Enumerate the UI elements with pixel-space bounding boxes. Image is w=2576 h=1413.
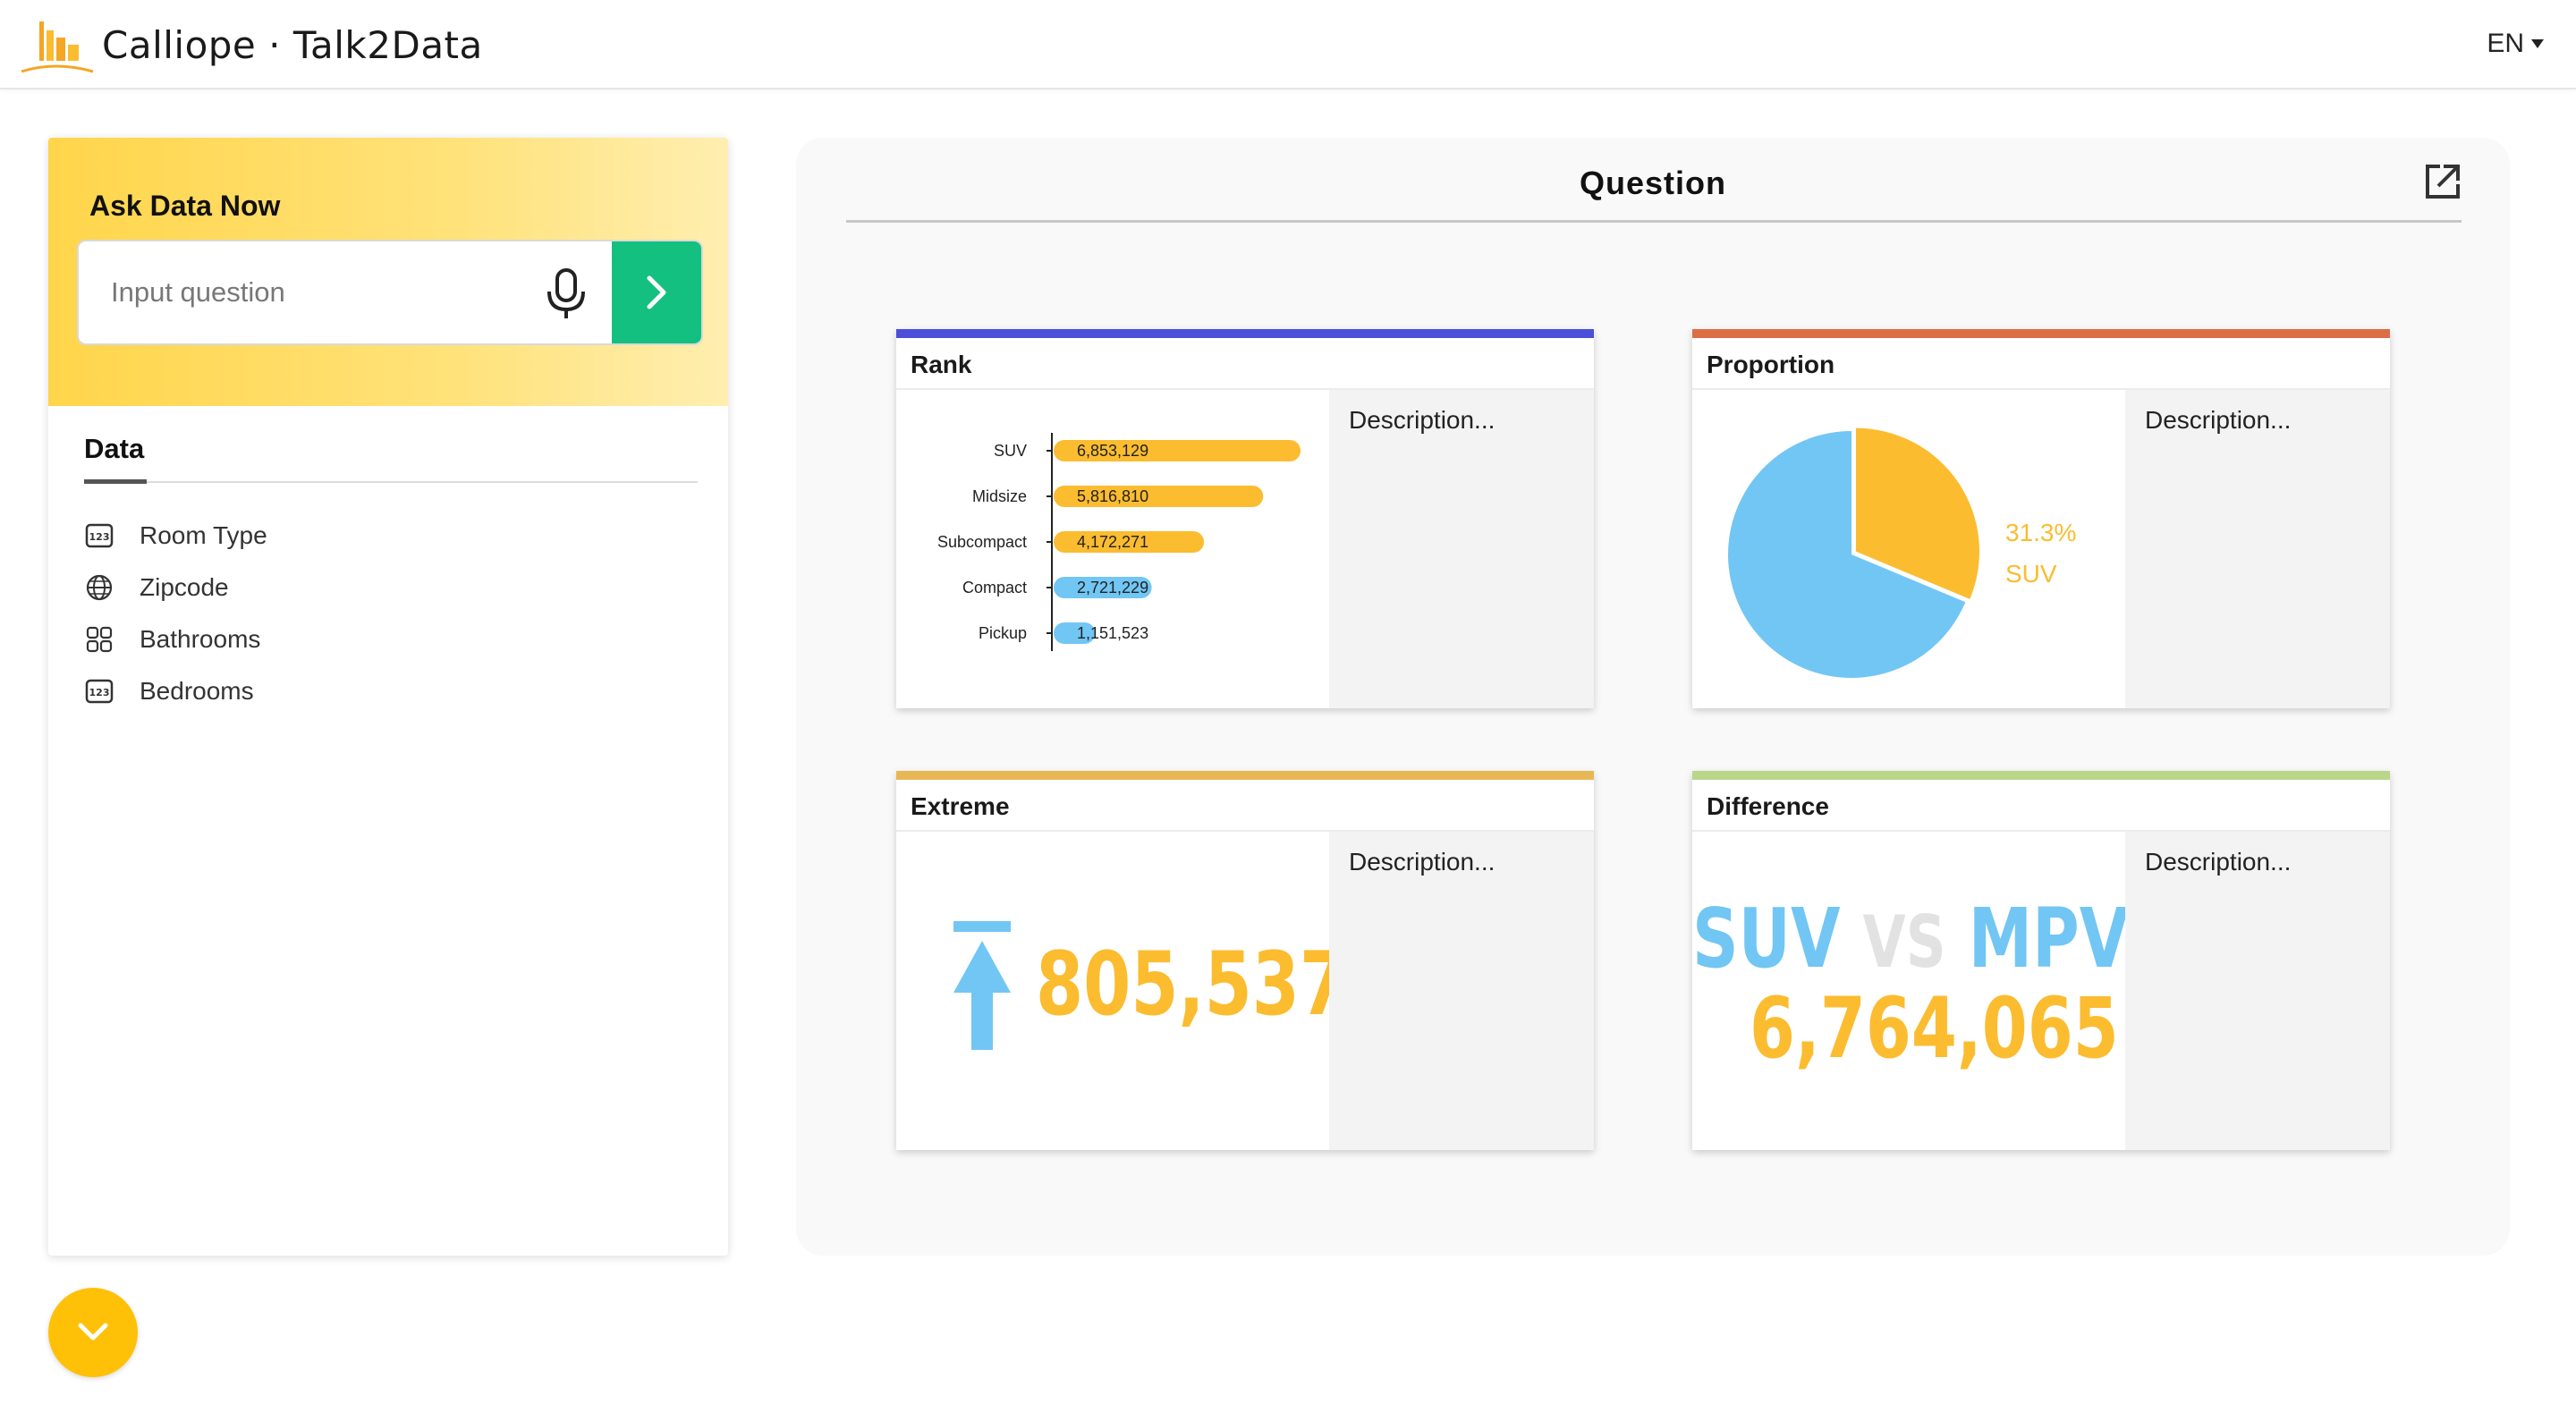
field-label: Room Type (140, 521, 267, 549)
rank-description: Description... (1349, 406, 1496, 434)
difference-left-label: SUV (1692, 891, 1841, 986)
rank-category-label: Pickup (979, 624, 1027, 642)
tab-data[interactable]: Data (84, 433, 144, 465)
extreme-value: 805,537 (1036, 934, 1348, 1036)
svg-text:123: 123 (89, 687, 110, 698)
globe-icon (84, 572, 114, 603)
rank-value-label: 1,151,523 (1077, 624, 1148, 642)
rank-chart-area: SUV 6,853,129 Midsize 5,816,810 Subcompact 4,… (896, 390, 1329, 708)
proportion-pie-chart (1728, 427, 1979, 678)
microphone-icon[interactable] (537, 265, 596, 324)
proportion-description: Description... (2145, 406, 2292, 434)
ask-data-box: Ask Data Now (48, 138, 728, 406)
arrow-up-to-max-icon (953, 921, 1011, 1050)
extreme-content: 805,537 (896, 832, 1347, 1150)
question-divider (846, 220, 2462, 223)
question-input-group (77, 240, 703, 345)
proportion-card[interactable]: Proportion 31.3% SUV Description... (1692, 329, 2390, 708)
calliope-logo-icon (21, 21, 94, 73)
ask-data-panel: Ask Data Now Data 123 Room Type (48, 138, 728, 1256)
extreme-card[interactable]: Extreme 805,537 Description... (896, 771, 1594, 1150)
field-label: Bedrooms (140, 677, 254, 705)
proportion-card-title: Proportion (1707, 351, 1835, 378)
grid-icon (84, 624, 114, 655)
question-title: Question (1579, 165, 1726, 201)
field-item-room-type[interactable]: 123 Room Type (84, 510, 692, 562)
ask-data-title: Ask Data Now (89, 190, 281, 222)
difference-card-color-bar (1692, 771, 2390, 780)
language-label: EN (2487, 29, 2524, 58)
language-selector[interactable]: EN (2487, 29, 2544, 59)
extreme-card-color-bar (896, 771, 1594, 780)
difference-labels: SUV VS MPV (1692, 898, 2129, 980)
rank-category-label: Compact (962, 579, 1027, 597)
proportion-card-color-bar (1692, 329, 2390, 338)
chevron-right-icon (647, 275, 666, 309)
extreme-description: Description... (1349, 848, 1496, 876)
question-panel: Question Rank SUV 6,853,129 Midsize 5,816,8… (796, 138, 2510, 1256)
collapse-toggle-button[interactable] (48, 1288, 138, 1377)
proportion-chart-area: 31.3% SUV (1692, 390, 2125, 708)
top-header: Calliope · Talk2Data EN (0, 0, 2576, 89)
proportion-highlight-label: SUV (2005, 560, 2057, 588)
field-item-bathrooms[interactable]: Bathrooms (84, 613, 692, 665)
difference-vs-label: VS (1862, 901, 1946, 984)
field-item-zipcode[interactable]: Zipcode (84, 562, 692, 613)
difference-description-panel: Description... (2125, 832, 2390, 1150)
proportion-highlight-percent: 31.3% (2005, 519, 2077, 546)
rank-description-panel: Description... (1329, 390, 1594, 708)
rank-card-color-bar (896, 329, 1594, 338)
rank-card-title: Rank (911, 351, 972, 378)
chevron-down-icon (78, 1323, 108, 1341)
difference-right-label: MPV (1968, 891, 2130, 986)
svg-text:123: 123 (89, 531, 110, 543)
question-input[interactable] (79, 241, 508, 343)
app-title: Calliope · Talk2Data (102, 23, 483, 67)
extreme-description-panel: Description... (1329, 832, 1594, 1150)
field-label: Zipcode (140, 573, 229, 601)
data-tab-divider (84, 481, 698, 483)
caret-down-icon (2531, 39, 2544, 48)
submit-question-button[interactable] (612, 241, 701, 343)
rank-card[interactable]: Rank SUV 6,853,129 Midsize 5,816,810 Subcomp… (896, 329, 1594, 708)
extreme-card-title: Extreme (911, 792, 1010, 820)
difference-card[interactable]: Difference SUV VS MPV 6,764,065 Descript… (1692, 771, 2390, 1150)
rank-category-label: Subcompact (937, 533, 1027, 551)
difference-content: SUV VS MPV 6,764,065 (1692, 832, 2129, 1150)
difference-comparison: SUV VS MPV (1692, 898, 2129, 984)
data-field-list: 123 Room Type Zipcode Bathrooms 123 Bedr… (84, 510, 692, 717)
rank-bar-chart: SUV 6,853,129 Midsize 5,816,810 Subcompact 4,… (937, 433, 1301, 651)
field-item-bedrooms[interactable]: 123 Bedrooms (84, 665, 692, 717)
data-tab-active-indicator (84, 479, 147, 484)
difference-card-title: Difference (1707, 792, 1829, 820)
rank-value-label: 5,816,810 (1077, 487, 1148, 505)
difference-description: Description... (2145, 848, 2292, 876)
rank-value-label: 4,172,271 (1077, 533, 1148, 551)
numeric-icon: 123 (84, 676, 114, 706)
field-label: Bathrooms (140, 625, 261, 653)
rank-value-label: 6,853,129 (1077, 442, 1148, 460)
proportion-description-panel: Description... (2125, 390, 2390, 708)
rank-value-label: 2,721,229 (1077, 579, 1148, 597)
numeric-icon: 123 (84, 520, 114, 551)
rank-category-label: Midsize (972, 487, 1027, 505)
difference-value: 6,764,065 (1750, 980, 2119, 1078)
open-external-icon[interactable] (2422, 161, 2463, 202)
rank-category-label: SUV (994, 442, 1027, 460)
